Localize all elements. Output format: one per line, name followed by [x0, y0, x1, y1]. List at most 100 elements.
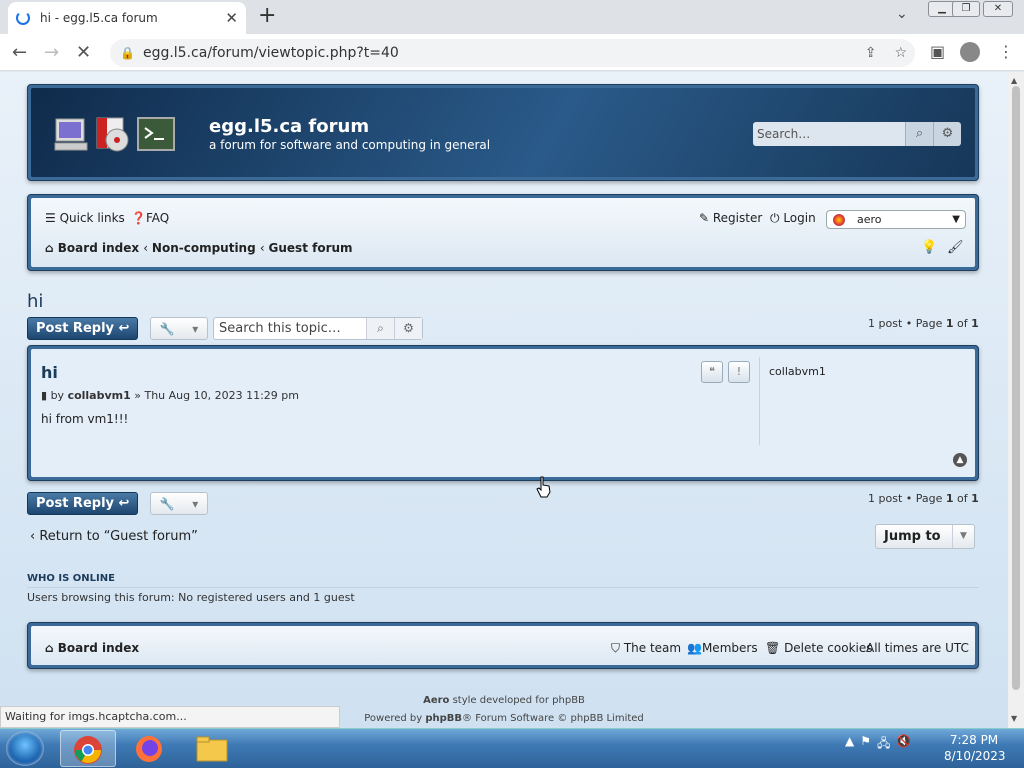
style-select[interactable]: aero ▼: [826, 210, 966, 229]
breadcrumb-board-index[interactable]: Board index: [58, 241, 139, 255]
post-reply-button[interactable]: Post Reply ↩: [27, 317, 139, 340]
forward-arrow-icon[interactable]: →: [44, 42, 59, 63]
footer-navbar: ⌂ Board index ⛉ The team 👥Members 🗑 Dele…: [27, 622, 979, 669]
post-date: » Thu Aug 10, 2023 11:29 pm: [130, 389, 299, 402]
register-link[interactable]: ✎ Register: [699, 211, 762, 225]
restore-button[interactable]: ❐: [952, 1, 980, 17]
team-label: The team: [623, 641, 682, 655]
pagination-page: 1: [945, 317, 954, 330]
windows-start-button[interactable]: [6, 731, 44, 766]
users-icon: 👥: [687, 641, 702, 655]
back-to-top-icon[interactable]: ▲: [953, 453, 967, 467]
members-link[interactable]: 👥Members: [687, 641, 758, 655]
members-label: Members: [701, 641, 758, 655]
lock-icon[interactable]: 🔒: [120, 46, 135, 60]
scrollbar-thumb[interactable]: [1012, 86, 1020, 690]
register-label: Register: [712, 211, 763, 225]
power-icon: ⏻: [770, 211, 784, 225]
search-icon[interactable]: ⌕: [366, 318, 394, 339]
tab-search-chevron-icon[interactable]: ⌄: [896, 6, 908, 22]
share-icon[interactable]: ⇪: [865, 45, 877, 61]
site-name[interactable]: egg.l5.ca forum: [209, 116, 369, 137]
wrench-icon: 🔧: [159, 496, 175, 511]
browser-tab[interactable]: hi - egg.l5.ca forum ✕: [8, 2, 246, 34]
jump-to-button[interactable]: Jump to ▼: [875, 524, 975, 549]
site-header: egg.l5.ca forum a forum for software and…: [27, 84, 979, 181]
quick-links-menu[interactable]: ☰ Quick links: [45, 211, 125, 225]
quote-icon[interactable]: ❝: [701, 361, 723, 383]
post-subject[interactable]: hi: [41, 363, 58, 382]
post-profile-name[interactable]: collabvm1: [769, 365, 826, 378]
post-author[interactable]: collabvm1: [68, 389, 131, 402]
who-is-online-heading[interactable]: WHO IS ONLINE: [27, 573, 115, 584]
team-link[interactable]: ⛉ The team: [611, 641, 681, 656]
site-description: a forum for software and computing in ge…: [209, 138, 491, 152]
tab-title: hi - egg.l5.ca forum: [40, 11, 158, 25]
style-credit-link[interactable]: Aero: [423, 695, 449, 706]
pagination-of: of: [953, 492, 972, 505]
return-link-label: Return to “Guest forum”: [39, 529, 198, 544]
style-credit: Aero style developed for phpBB: [0, 695, 1008, 706]
action-center-flag-icon[interactable]: ⚑: [860, 734, 871, 755]
system-tray: ▲ ⚑ 🖧 🔇: [845, 734, 911, 755]
bookmark-star-icon[interactable]: ☆: [894, 45, 907, 61]
pagination-prefix: 1 post • Page: [868, 492, 946, 505]
profile-avatar[interactable]: [960, 42, 980, 62]
footer-board-index[interactable]: ⌂ Board index: [45, 641, 139, 655]
pagination-prefix: 1 post • Page: [868, 317, 946, 330]
faq-label: FAQ: [145, 211, 170, 225]
taskbar-explorer-button[interactable]: [184, 730, 240, 767]
header-search: Search… ⌕ ⚙: [753, 122, 961, 146]
topic-title[interactable]: hi: [27, 291, 43, 312]
header-search-input[interactable]: Search…: [753, 122, 905, 146]
timezone-text: All times are UTC: [866, 641, 969, 655]
close-window-button[interactable]: ✕: [983, 1, 1013, 17]
volume-muted-icon[interactable]: 🔇: [896, 734, 911, 755]
topic-search-input[interactable]: Search this topic…: [214, 318, 366, 339]
return-link[interactable]: ‹ Return to “Guest forum”: [30, 529, 198, 544]
advanced-search-gear-icon[interactable]: ⚙: [933, 122, 961, 146]
scroll-down-icon[interactable]: ▼: [1011, 714, 1017, 723]
network-icon[interactable]: 🖧: [877, 734, 890, 755]
new-tab-button[interactable]: +: [258, 4, 276, 28]
phpbb-link[interactable]: phpBB: [425, 713, 462, 724]
post-content: hi from vm1!!!: [41, 412, 129, 426]
post-reply-label: Post Reply: [36, 321, 114, 336]
address-bar[interactable]: 🔒 egg.l5.ca/forum/viewtopic.php?t=40 ⇪ ☆: [110, 39, 915, 67]
taskbar-chrome-button[interactable]: [60, 730, 116, 767]
reply-arrow-icon: ↩: [118, 321, 130, 336]
computer-logo-icon: [54, 118, 88, 151]
breadcrumb-non-computing[interactable]: Non-computing: [152, 241, 256, 255]
faq-link[interactable]: ❓FAQ: [131, 211, 169, 225]
pagination-page: 1: [945, 492, 954, 505]
url-text: egg.l5.ca/forum/viewtopic.php?t=40: [142, 45, 399, 61]
breadcrumb-guest-forum[interactable]: Guest forum: [269, 241, 353, 255]
hamburger-icon: ☰: [45, 211, 60, 225]
search-icon[interactable]: ⌕: [905, 122, 933, 146]
edit-icon: ✎: [699, 211, 713, 225]
report-icon[interactable]: !: [728, 361, 750, 383]
show-hidden-icons-icon[interactable]: ▲: [845, 734, 854, 755]
close-tab-icon[interactable]: ✕: [225, 9, 238, 27]
page-scrollbar[interactable]: ▲ ▼: [1008, 72, 1024, 728]
login-link[interactable]: ⏻ Login: [770, 211, 816, 226]
topic-search: Search this topic… ⌕ ⚙: [213, 317, 423, 340]
quick-links-label: Quick links: [59, 211, 125, 225]
paintbrush-icon[interactable]: 🖌: [947, 240, 964, 255]
stop-loading-icon[interactable]: ✕: [76, 42, 91, 63]
advanced-search-gear-icon[interactable]: ⚙: [394, 318, 422, 339]
system-clock[interactable]: 7:28 PM 8/10/2023: [944, 732, 1006, 764]
topic-tools-button[interactable]: 🔧 ▾: [150, 492, 208, 515]
scroll-up-icon[interactable]: ▲: [1011, 76, 1017, 85]
topic-tools-button[interactable]: 🔧 ▾: [150, 317, 208, 340]
lightbulb-icon[interactable]: 💡: [921, 240, 937, 255]
loading-spinner-icon: [16, 11, 30, 25]
side-panel-icon[interactable]: ▣: [930, 42, 945, 61]
terminal-logo-icon: [137, 117, 175, 151]
taskbar-firefox-button[interactable]: [122, 730, 178, 767]
delete-cookies-link[interactable]: 🗑 Delete cookies: [765, 641, 873, 655]
post-reply-button[interactable]: Post Reply ↩: [27, 492, 139, 515]
folder-icon: [196, 736, 228, 762]
browser-menu-icon[interactable]: ⋮: [998, 42, 1014, 61]
back-arrow-icon[interactable]: ←: [12, 42, 27, 63]
